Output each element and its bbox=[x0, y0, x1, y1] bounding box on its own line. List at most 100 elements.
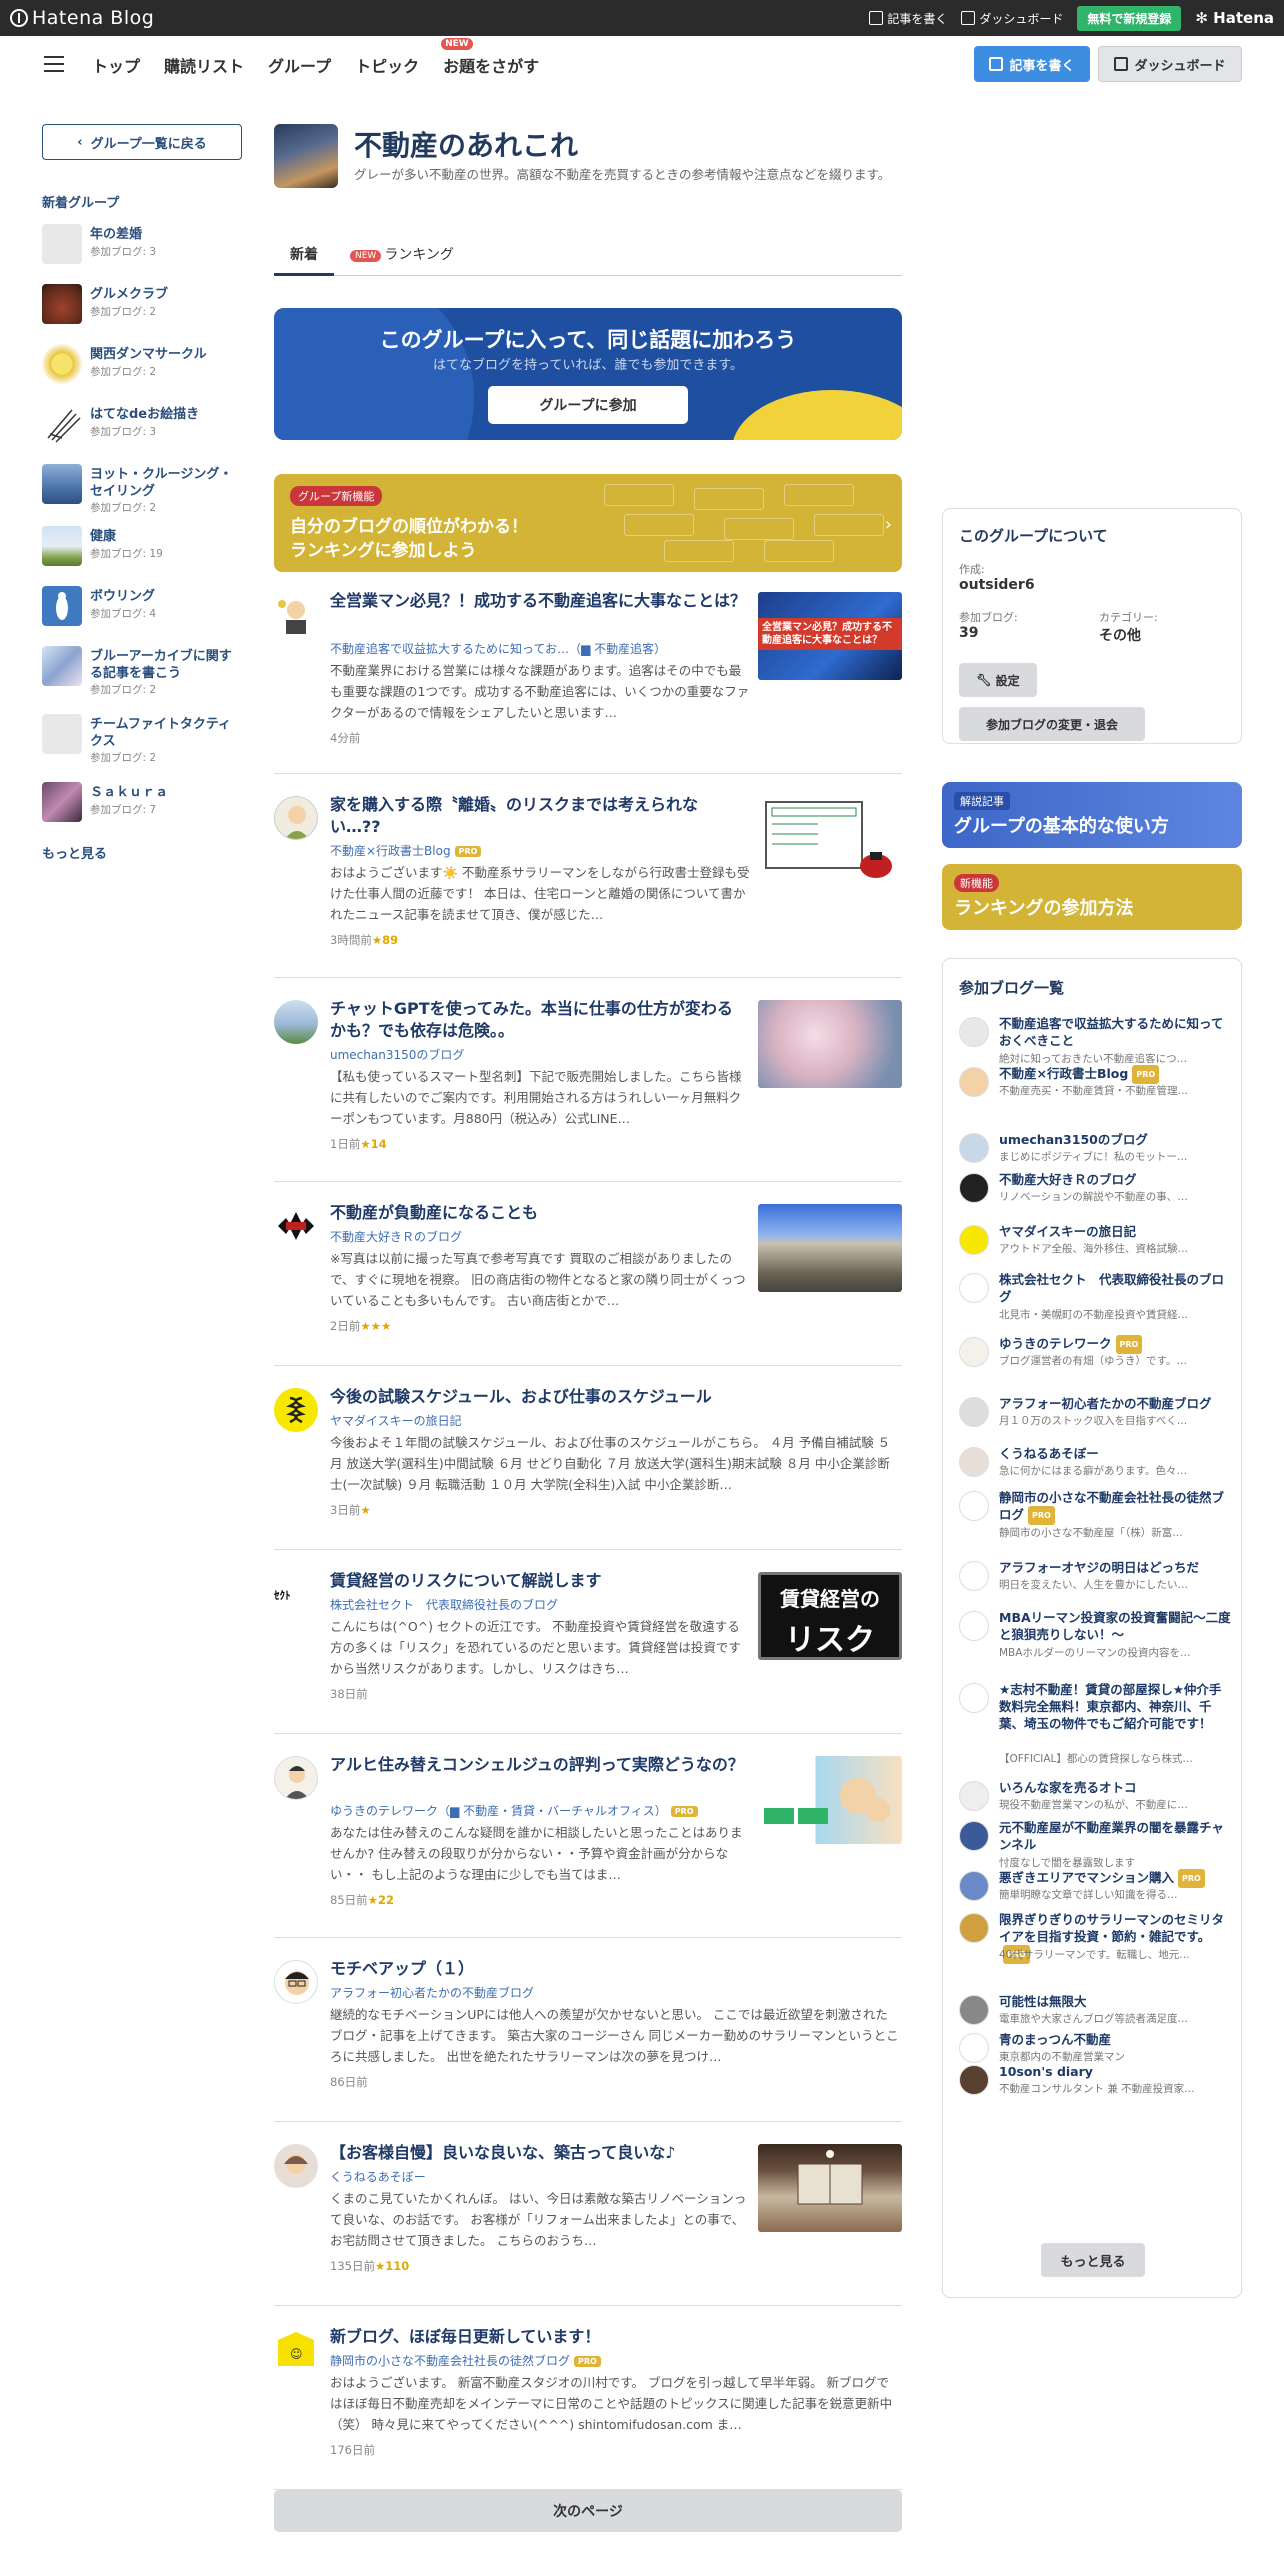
global-header: Hatena Blog 記事を書く ダッシュボード 無料で新規登録 ✻ Hate… bbox=[0, 0, 1284, 36]
entry-blog[interactable]: 静岡市の小さな不動産会社社長の徒然ブログ PRO bbox=[330, 2352, 601, 2369]
group-item[interactable]: Ｓａｋｕｒａ 参加ブログ: 7 bbox=[42, 780, 242, 840]
member-blog-name[interactable]: umechan3150のブログ bbox=[999, 1131, 1233, 1148]
nav-groups[interactable]: グループ bbox=[268, 53, 331, 77]
member-blog-name[interactable]: 悪ぎきエリアでマンション購入 PRO bbox=[999, 1869, 1233, 1888]
tab-latest[interactable]: 新着 bbox=[274, 244, 334, 276]
member-blog-name[interactable]: 静岡市の小さな不動産会社社長の徒然ブログ PRO bbox=[999, 1489, 1233, 1525]
entry-thumbnail[interactable]: 賃貸経営の リスク bbox=[758, 1572, 902, 1660]
entry-title[interactable]: 家を購入する際〝離婚〟のリスクまでは考えられない…?? bbox=[330, 794, 746, 838]
member-blog-name[interactable]: 10son's diary bbox=[999, 2063, 1233, 2080]
more-groups-link[interactable]: もっと見る bbox=[42, 843, 107, 862]
join-group-button[interactable]: グループに参加 bbox=[488, 386, 688, 424]
tab-ranking[interactable]: NEW ランキング bbox=[350, 244, 454, 276]
guide-banner[interactable]: 解説記事 グループの基本的な使い方 bbox=[942, 782, 1242, 848]
change-leave-button[interactable]: 参加ブログの変更・退会 bbox=[959, 707, 1145, 741]
blog-avatar bbox=[959, 1225, 989, 1255]
entry-item[interactable]: モチベアップ（１） アラフォー初心者たかの不動産ブログ 継続的なモチベーションU… bbox=[274, 1958, 902, 2122]
entry-thumbnail[interactable] bbox=[758, 2144, 902, 2232]
entry-item[interactable]: チャットGPTを使ってみた。本当に仕事の仕方が変わるかも？でも依存は危険。。 u… bbox=[274, 998, 902, 1182]
hamburger-menu-icon[interactable] bbox=[44, 56, 64, 72]
entry-item[interactable]: 家を購入する際〝離婚〟のリスクまでは考えられない…?? 不動産×行政書士Blog… bbox=[274, 794, 902, 978]
signup-button[interactable]: 無料で新規登録 bbox=[1077, 5, 1182, 31]
member-blog-name[interactable]: いろんな家を売るオトコ bbox=[999, 1779, 1233, 1796]
nav-find-themes[interactable]: NEW お題をさがす bbox=[441, 38, 539, 77]
header-write-link[interactable]: 記事を書く bbox=[869, 10, 947, 27]
entry-item[interactable]: アルヒ住み替えコンシェルジュの評判って実際どうなの？ ゆうきのテレワーク（▆ 不… bbox=[274, 1754, 902, 1938]
entry-blog[interactable]: くうねるあそぼー bbox=[330, 2168, 426, 2185]
entry-title[interactable]: 今後の試験スケジュール、および仕事のスケジュール bbox=[330, 1386, 890, 1408]
hatena-menu[interactable]: ✻ Hatena bbox=[1195, 9, 1274, 27]
member-blog-name[interactable]: 不動産追客で収益拡大するために知っておくべきこと bbox=[999, 1015, 1233, 1049]
member-blog-name[interactable]: 不動産×行政書士Blog PRO bbox=[999, 1065, 1233, 1084]
group-item[interactable]: グルメクラブ 参加ブログ: 2 bbox=[42, 282, 242, 342]
nav-top[interactable]: トップ bbox=[92, 53, 140, 77]
entry-title[interactable]: チャットGPTを使ってみた。本当に仕事の仕方が変わるかも？でも依存は危険。。 bbox=[330, 998, 746, 1042]
member-blog-name[interactable]: 青のまっつん不動産 bbox=[999, 2031, 1233, 2048]
entry-title[interactable]: 新ブログ、ほぼ毎日更新しています！ bbox=[330, 2326, 890, 2348]
entry-title[interactable]: 【お客様自慢】良いな良いな、築古って良いな♪ bbox=[330, 2142, 746, 2164]
group-name: ブルーアーカイブに関する記事を書こう bbox=[90, 649, 232, 681]
entry-title[interactable]: 賃貸経営のリスクについて解説します bbox=[330, 1570, 746, 1592]
entry-blog[interactable]: 株式会社セクト 代表取締役社長のブログ bbox=[330, 1596, 558, 1613]
entry-thumbnail[interactable]: 全営業マン必見？成功する不動産追客に大事なことは？ bbox=[758, 592, 902, 680]
blog-avatar: ｾｸﾄ bbox=[274, 1572, 318, 1616]
entry-item[interactable]: 全営業マン必見？！成功する不動産追客に大事なことは？ 不動産追客で収益拡大するた… bbox=[274, 590, 902, 774]
logo-text: Hatena Blog bbox=[32, 7, 155, 29]
entry-item[interactable]: 今後の試験スケジュール、および仕事のスケジュール ヤマダイスキーの旅日記 今後お… bbox=[274, 1386, 902, 1550]
member-blog-name[interactable]: くうねるあそぼー bbox=[999, 1445, 1233, 1462]
entry-item[interactable]: ｾｸﾄ 賃貸経営のリスクについて解説します 株式会社セクト 代表取締役社長のブロ… bbox=[274, 1570, 902, 1734]
entry-item[interactable]: ☺ 新ブログ、ほぼ毎日更新しています！ 静岡市の小さな不動産会社社長の徒然ブログ… bbox=[274, 2326, 902, 2490]
group-item[interactable]: ヨット・クルージング・セイリング 参加ブログ: 2 bbox=[42, 462, 242, 524]
entry-title[interactable]: 全営業マン必見？！成功する不動産追客に大事なことは？ bbox=[330, 590, 746, 612]
entry-blog[interactable]: 不動産×行政書士Blog PRO bbox=[330, 842, 482, 859]
entry-thumbnail[interactable] bbox=[758, 1756, 902, 1844]
group-item[interactable]: 健康 参加ブログ: 19 bbox=[42, 524, 242, 584]
group-item[interactable]: 関西ダンマサークル 参加ブログ: 2 bbox=[42, 342, 242, 402]
entry-thumbnail[interactable] bbox=[758, 1000, 902, 1088]
entry-item[interactable]: 【お客様自慢】良いな良いな、築古って良いな♪ くうねるあそぼー くまのこ見ていた… bbox=[274, 2142, 902, 2306]
write-article-button[interactable]: 記事を書く bbox=[974, 46, 1090, 82]
dashboard-button[interactable]: ダッシュボード bbox=[1098, 46, 1242, 82]
entry-thumbnail[interactable] bbox=[758, 796, 902, 884]
member-blog-name[interactable]: アラフォー初心者たかの不動産ブログ bbox=[999, 1395, 1233, 1412]
entry-blog[interactable]: アラフォー初心者たかの不動産ブログ bbox=[330, 1984, 534, 2001]
entry-title[interactable]: モチベアップ（１） bbox=[330, 1958, 890, 1980]
nav-topics[interactable]: トピック bbox=[355, 53, 419, 77]
entry-blog[interactable]: ヤマダイスキーの旅日記 bbox=[330, 1412, 462, 1429]
back-to-groups-button[interactable]: ‹ グループ一覧に戻る bbox=[42, 124, 242, 160]
hatena-blog-logo[interactable]: Hatena Blog bbox=[10, 7, 154, 29]
member-blog-name[interactable]: 可能性は無限大 bbox=[999, 1993, 1233, 2010]
entry-thumbnail[interactable] bbox=[758, 1204, 902, 1292]
member-blog-name[interactable]: ゆうきのテレワーク PRO bbox=[999, 1335, 1233, 1354]
group-item[interactable]: ボウリング 参加ブログ: 4 bbox=[42, 584, 242, 644]
entry-blog[interactable]: ゆうきのテレワーク（▆ 不動産・賃貸・バーチャルオフィス） PRO bbox=[330, 1802, 698, 1819]
entry-blog[interactable]: umechan3150のブログ bbox=[330, 1046, 464, 1063]
more-blogs-button[interactable]: もっと見る bbox=[1041, 2243, 1145, 2277]
group-item[interactable]: はてなdeお絵描き 参加ブログ: 3 bbox=[42, 402, 242, 462]
entry-blog[interactable]: 不動産大好きＲのブログ bbox=[330, 1228, 462, 1245]
member-blog-name[interactable]: MBAリーマン投資家の投資奮闘記～二度と狼狽売りしない！～ bbox=[999, 1609, 1233, 1643]
entry-blog[interactable]: 不動産追客で収益拡大するために知ってお…（▆ 不動産追客） bbox=[330, 640, 666, 657]
group-item[interactable]: チームファイトタクティクス 参加ブログ: 2 bbox=[42, 712, 242, 780]
nav-subscriptions[interactable]: 購読リスト bbox=[164, 53, 244, 77]
member-blog-name[interactable]: ★志村不動産！賃貸の部屋探し★仲介手数料完全無料！東京都内、神奈川、千葉、埼玉の… bbox=[999, 1681, 1233, 1732]
group-name: グルメクラブ bbox=[90, 287, 169, 302]
member-blog-name[interactable]: ヤマダイスキーの旅日記 bbox=[999, 1223, 1233, 1240]
header-dashboard-link[interactable]: ダッシュボード bbox=[961, 10, 1063, 27]
settings-button[interactable]: 🔧︎ 設定 bbox=[959, 663, 1037, 697]
ranking-promo-banner[interactable]: グループ新機能 自分のブログの順位がわかる！ ランキングに参加しよう › bbox=[274, 474, 902, 572]
group-count: 参加ブログ: 2 bbox=[90, 684, 157, 696]
entry-item[interactable]: 不動産が負動産になることも 不動産大好きＲのブログ ※写真は以前に撮った写真で参… bbox=[274, 1202, 902, 1366]
member-blog-name[interactable]: 元不動産屋が不動産業界の闇を暴露チャンネル bbox=[999, 1819, 1233, 1853]
member-blog-name[interactable]: アラフォーオヤジの明日はどっちだ bbox=[999, 1559, 1233, 1576]
author-value[interactable]: outsider6 bbox=[959, 577, 1035, 593]
ranking-guide-banner[interactable]: 新機能 ランキングの参加方法 bbox=[942, 864, 1242, 930]
entry-title[interactable]: アルヒ住み替えコンシェルジュの評判って実際どうなの？ bbox=[330, 1754, 746, 1776]
group-item[interactable]: ブルーアーカイブに関する記事を書こう 参加ブログ: 2 bbox=[42, 644, 242, 712]
entry-date: 1日前★14 bbox=[330, 1137, 387, 1151]
entry-title[interactable]: 不動産が負動産になることも bbox=[330, 1202, 746, 1224]
group-item[interactable]: 年の差婚 参加ブログ: 3 bbox=[42, 222, 242, 282]
next-page-button[interactable]: 次のページ bbox=[274, 2490, 902, 2532]
member-blog-name[interactable]: 株式会社セクト 代表取締役社長のブログ bbox=[999, 1271, 1233, 1305]
member-blog-name[interactable]: 不動産大好きＲのブログ bbox=[999, 1171, 1233, 1188]
